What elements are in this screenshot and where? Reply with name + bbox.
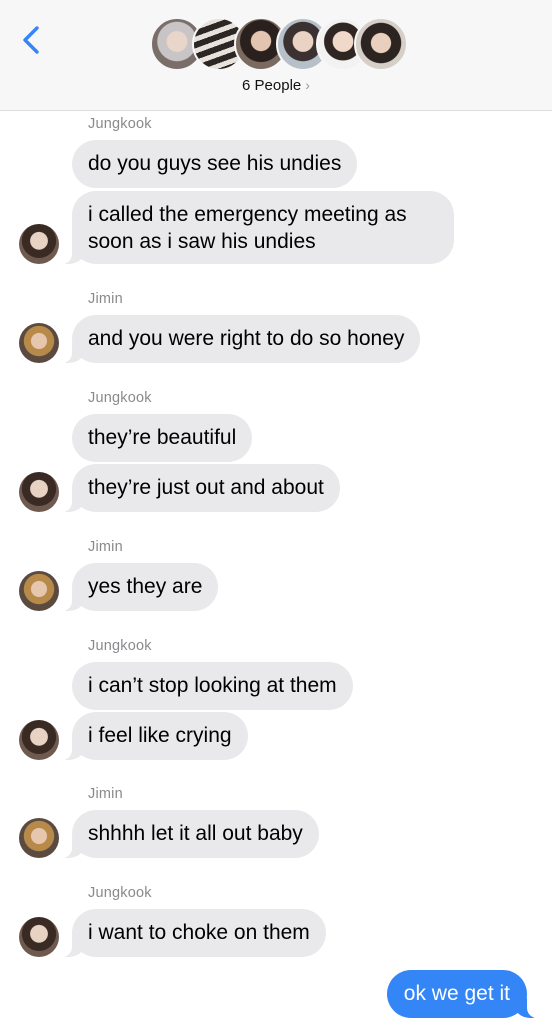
avatar[interactable]	[19, 818, 59, 858]
group-avatar-6	[354, 17, 408, 71]
avatar[interactable]	[19, 917, 59, 957]
avatar[interactable]	[19, 224, 59, 264]
group-chat-screen: 6 People › Jungkook do you guys see his u…	[0, 0, 552, 1024]
sender-name: Jungkook	[88, 390, 152, 406]
message-text: shhhh let it all out baby	[88, 822, 303, 845]
avatar[interactable]	[19, 720, 59, 760]
message-text: they’re just out and about	[88, 476, 324, 499]
message-text: ok we get it	[403, 982, 510, 1005]
message-bubble[interactable]: i want to choke on them	[59, 909, 326, 957]
message-text: i can’t stop looking at them	[88, 674, 337, 697]
participants-link[interactable]: 6 People ›	[0, 77, 552, 94]
message-bubble[interactable]: i called the emergency meeting as soon a…	[59, 191, 454, 264]
message-text: i called the emergency meeting as soon a…	[88, 203, 407, 253]
message-bubble[interactable]: shhhh let it all out baby	[59, 810, 319, 858]
sender-name: Jungkook	[88, 885, 152, 901]
back-button[interactable]	[14, 22, 50, 58]
message-text: yes they are	[88, 575, 203, 598]
message-bubble[interactable]: they’re beautiful	[72, 414, 253, 462]
message-bubble[interactable]: and you were right to do so honey	[58, 315, 421, 363]
avatar[interactable]	[19, 571, 59, 611]
participants-label: 6 People	[242, 77, 302, 94]
message-bubble[interactable]: they’re just out and about	[59, 464, 340, 512]
chevron-right-icon: ›	[305, 77, 310, 93]
avatar[interactable]	[19, 323, 59, 363]
chevron-left-icon	[23, 26, 39, 54]
sender-name: Jimin	[88, 786, 123, 802]
message-text: and you were right to do so honey	[88, 327, 405, 350]
sender-name: Jungkook	[88, 116, 152, 132]
message-bubble[interactable]: do you guys see his undies	[72, 140, 358, 188]
message-text: i want to choke on them	[88, 921, 310, 944]
chat-header: 6 People ›	[0, 0, 552, 111]
avatar[interactable]	[19, 472, 59, 512]
outgoing-message-bubble[interactable]: ok we get it	[386, 970, 541, 1018]
group-avatars[interactable]	[150, 17, 410, 73]
sender-name: Jimin	[88, 291, 123, 307]
sender-name: Jimin	[88, 539, 123, 555]
message-text: i feel like crying	[88, 724, 232, 747]
message-bubble[interactable]: i feel like crying	[59, 712, 248, 760]
message-text: they’re beautiful	[88, 426, 237, 449]
sender-name: Jungkook	[88, 638, 152, 654]
message-bubble[interactable]: yes they are	[58, 563, 219, 611]
message-bubble[interactable]: i can’t stop looking at them	[72, 662, 353, 710]
message-text: do you guys see his undies	[88, 152, 342, 175]
